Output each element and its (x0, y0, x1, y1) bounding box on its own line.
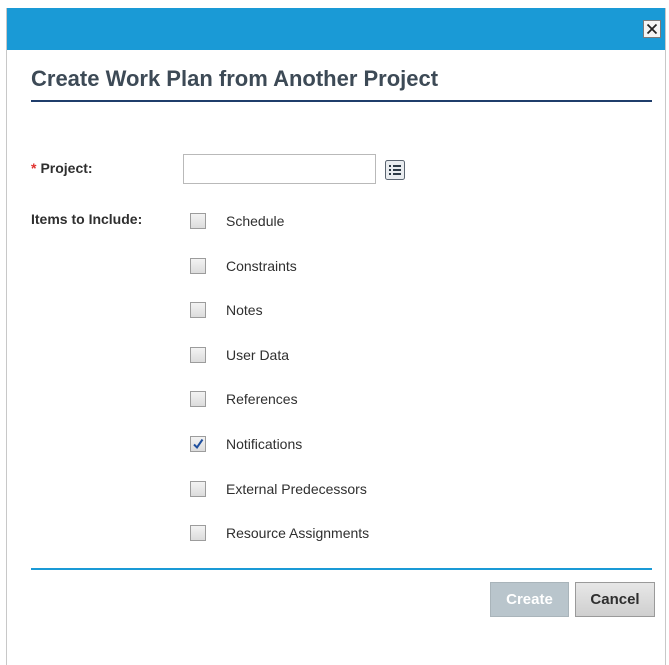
notes-label: Notes (226, 302, 263, 318)
resource-assignments-label: Resource Assignments (226, 525, 370, 541)
close-icon (646, 23, 658, 35)
checkmark-icon (193, 438, 204, 450)
checkbox-row-notes[interactable]: Notes (190, 301, 263, 319)
references-label: References (226, 391, 298, 407)
checkbox-row-constraints[interactable]: Constraints (190, 257, 297, 275)
project-field-label: * Project: (31, 160, 93, 176)
close-button[interactable] (643, 20, 661, 38)
external-predecessors-label: External Predecessors (226, 481, 367, 497)
notifications-checkbox[interactable] (190, 436, 206, 452)
checkbox-row-external-predecessors[interactable]: External Predecessors (190, 480, 367, 498)
checkbox-row-references[interactable]: References (190, 390, 298, 408)
resource-assignments-checkbox[interactable] (190, 525, 206, 541)
project-lookup-button[interactable] (385, 160, 405, 180)
title-divider (31, 100, 652, 102)
footer-divider (31, 568, 652, 570)
background-strip (0, 0, 669, 8)
external-predecessors-checkbox[interactable] (190, 481, 206, 497)
checkbox-row-notifications[interactable]: Notifications (190, 435, 302, 453)
references-checkbox[interactable] (190, 391, 206, 407)
checkbox-row-user-data[interactable]: User Data (190, 346, 289, 364)
project-input[interactable] (183, 154, 376, 184)
checkbox-row-schedule[interactable]: Schedule (190, 212, 284, 230)
schedule-checkbox[interactable] (190, 213, 206, 229)
dialog-titlebar (7, 8, 665, 50)
notifications-label: Notifications (226, 436, 303, 452)
required-marker: * (31, 160, 37, 176)
schedule-label: Schedule (226, 213, 285, 229)
user-data-label: User Data (226, 347, 290, 363)
create-button[interactable]: Create (490, 582, 569, 617)
project-label-text: Project: (40, 160, 93, 176)
constraints-checkbox[interactable] (190, 258, 206, 274)
user-data-checkbox[interactable] (190, 347, 206, 363)
dialog-title: Create Work Plan from Another Project (31, 66, 439, 91)
constraints-label: Constraints (226, 258, 297, 274)
cancel-button[interactable]: Cancel (575, 582, 655, 617)
create-work-plan-dialog: Create Work Plan from Another Project * P… (6, 8, 666, 665)
list-lookup-icon (385, 160, 405, 180)
items-to-include-label: Items to Include: (31, 211, 143, 227)
notes-checkbox[interactable] (190, 302, 206, 318)
checkbox-row-resource-assignments[interactable]: Resource Assignments (190, 524, 369, 542)
